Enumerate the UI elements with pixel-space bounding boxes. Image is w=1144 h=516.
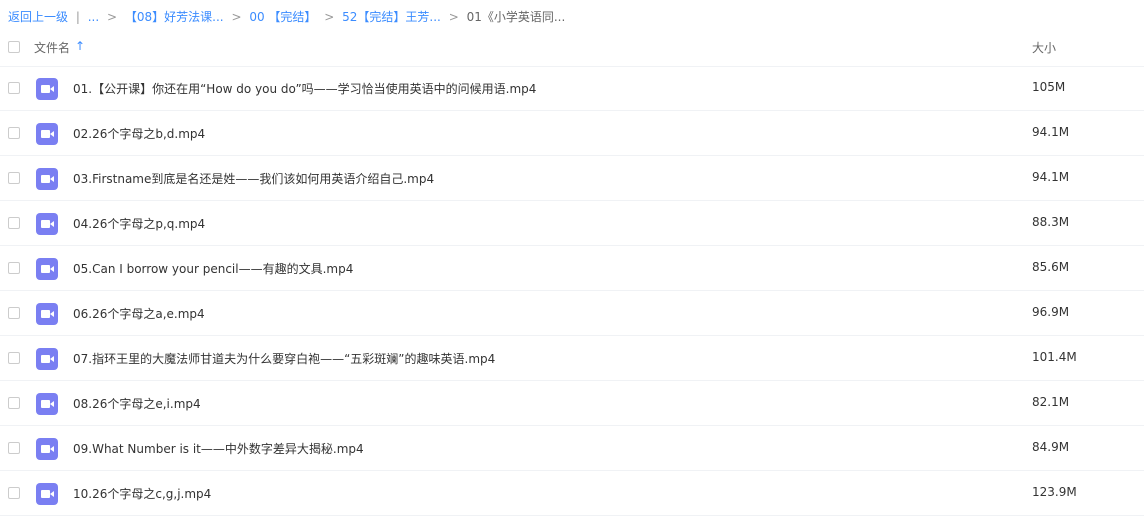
file-size: 105M bbox=[1032, 80, 1066, 94]
breadcrumb: 返回上一级 | ... > 【08】好芳法课... > 00 【完结】 > 52… bbox=[8, 9, 565, 25]
breadcrumb-separator: > bbox=[107, 10, 118, 24]
back-link[interactable]: 返回上一级 bbox=[8, 10, 68, 24]
file-checkbox[interactable] bbox=[8, 307, 20, 319]
file-size: 84.9M bbox=[1032, 440, 1070, 454]
file-size: 94.1M bbox=[1032, 170, 1070, 184]
file-name[interactable]: 08.26个字母之e,i.mp4 bbox=[73, 395, 201, 412]
breadcrumb-item[interactable]: 52【完结】王芳... bbox=[342, 10, 441, 24]
breadcrumb-item[interactable]: 00 【完结】 bbox=[249, 10, 316, 24]
name-column-header[interactable]: 文件名 bbox=[34, 39, 70, 56]
file-checkbox[interactable] bbox=[8, 352, 20, 364]
file-name[interactable]: 07.指环王里的大魔法师甘道夫为什么要穿白袍——“五彩斑斓”的趣味英语.mp4 bbox=[73, 350, 495, 367]
video-file-icon bbox=[36, 78, 58, 100]
file-row[interactable]: 02.26个字母之b,d.mp4 94.1M bbox=[0, 111, 1144, 156]
video-file-icon bbox=[36, 213, 58, 235]
breadcrumb-current: 01《小学英语同... bbox=[466, 10, 566, 24]
file-checkbox[interactable] bbox=[8, 82, 20, 94]
file-row[interactable]: 01.【公开课】你还在用“How do you do”吗——学习恰当使用英语中的… bbox=[0, 66, 1144, 111]
video-file-icon bbox=[36, 438, 58, 460]
file-row[interactable]: 04.26个字母之p,q.mp4 88.3M bbox=[0, 201, 1144, 246]
file-size: 94.1M bbox=[1032, 125, 1070, 139]
file-row[interactable]: 08.26个字母之e,i.mp4 82.1M bbox=[0, 381, 1144, 426]
file-name[interactable]: 03.Firstname到底是名还是姓——我们该如何用英语介绍自己.mp4 bbox=[73, 170, 434, 187]
breadcrumb-separator: > bbox=[324, 10, 335, 24]
file-row[interactable]: 07.指环王里的大魔法师甘道夫为什么要穿白袍——“五彩斑斓”的趣味英语.mp4 1… bbox=[0, 336, 1144, 381]
video-file-icon bbox=[36, 393, 58, 415]
file-row[interactable]: 03.Firstname到底是名还是姓——我们该如何用英语介绍自己.mp4 94.… bbox=[0, 156, 1144, 201]
file-checkbox[interactable] bbox=[8, 172, 20, 184]
file-name[interactable]: 02.26个字母之b,d.mp4 bbox=[73, 125, 205, 142]
file-size: 88.3M bbox=[1032, 215, 1070, 229]
video-file-icon bbox=[36, 123, 58, 145]
file-list-header: 文件名 ↑ 大小 bbox=[0, 28, 1144, 67]
file-checkbox[interactable] bbox=[8, 397, 20, 409]
video-file-icon bbox=[36, 258, 58, 280]
file-list: 01.【公开课】你还在用“How do you do”吗——学习恰当使用英语中的… bbox=[0, 66, 1144, 516]
video-file-icon bbox=[36, 303, 58, 325]
file-name[interactable]: 01.【公开课】你还在用“How do you do”吗——学习恰当使用英语中的… bbox=[73, 80, 536, 97]
file-row[interactable]: 05.Can I borrow your pencil——有趣的文具.mp4 85… bbox=[0, 246, 1144, 291]
file-size: 101.4M bbox=[1032, 350, 1077, 364]
select-all-checkbox[interactable] bbox=[8, 41, 20, 53]
file-checkbox[interactable] bbox=[8, 262, 20, 274]
file-name[interactable]: 04.26个字母之p,q.mp4 bbox=[73, 215, 205, 232]
file-row[interactable]: 10.26个字母之c,g,j.mp4 123.9M bbox=[0, 471, 1144, 516]
file-checkbox[interactable] bbox=[8, 127, 20, 139]
file-row[interactable]: 06.26个字母之a,e.mp4 96.9M bbox=[0, 291, 1144, 336]
video-file-icon bbox=[36, 168, 58, 190]
file-checkbox[interactable] bbox=[8, 217, 20, 229]
file-checkbox[interactable] bbox=[8, 442, 20, 454]
file-name[interactable]: 05.Can I borrow your pencil——有趣的文具.mp4 bbox=[73, 260, 353, 277]
file-size: 82.1M bbox=[1032, 395, 1070, 409]
file-name[interactable]: 10.26个字母之c,g,j.mp4 bbox=[73, 485, 211, 502]
size-column-header[interactable]: 大小 bbox=[1032, 39, 1056, 56]
file-size: 123.9M bbox=[1032, 485, 1077, 499]
breadcrumb-separator: | bbox=[75, 10, 80, 24]
sort-ascending-icon[interactable]: ↑ bbox=[75, 39, 85, 53]
breadcrumb-ellipsis[interactable]: ... bbox=[88, 10, 99, 24]
file-name[interactable]: 09.What Number is it——中外数字差异大揭秘.mp4 bbox=[73, 440, 364, 457]
file-checkbox[interactable] bbox=[8, 487, 20, 499]
file-size: 96.9M bbox=[1032, 305, 1070, 319]
file-size: 85.6M bbox=[1032, 260, 1070, 274]
file-name[interactable]: 06.26个字母之a,e.mp4 bbox=[73, 305, 205, 322]
video-file-icon bbox=[36, 483, 58, 505]
video-file-icon bbox=[36, 348, 58, 370]
breadcrumb-separator: > bbox=[448, 10, 459, 24]
file-row[interactable]: 09.What Number is it——中外数字差异大揭秘.mp4 84.9M bbox=[0, 426, 1144, 471]
breadcrumb-item[interactable]: 【08】好芳法课... bbox=[125, 10, 224, 24]
breadcrumb-separator: > bbox=[231, 10, 242, 24]
